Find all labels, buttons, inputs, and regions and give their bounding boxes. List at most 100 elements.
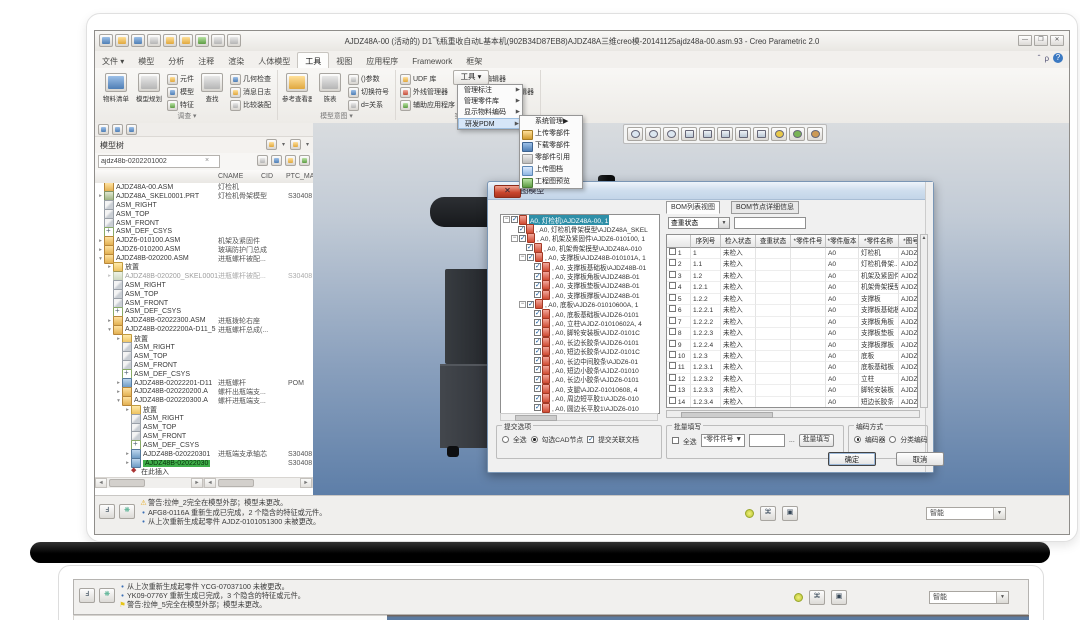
checkbox-checked-icon[interactable] (534, 385, 541, 392)
find-icon[interactable]: ⌘ (760, 506, 776, 521)
row-select-cell[interactable]: 13 (667, 385, 691, 396)
bom-table-row[interactable]: 101.2.3未检入A0底板AJDZ6- (667, 351, 917, 362)
view-manager-icon[interactable] (771, 127, 787, 141)
collapse-icon[interactable]: − (519, 254, 526, 261)
reference-viewer-button[interactable]: 参考查看器 (282, 71, 312, 103)
regenerate-icon[interactable] (195, 34, 209, 47)
tree-row[interactable]: AJDZ48A-00.ASM灯检机 (95, 183, 313, 192)
checkbox-checked-icon[interactable] (534, 263, 541, 270)
pdm-menu-item-1[interactable]: 系统管理▶ (520, 116, 582, 128)
radio-全选[interactable] (502, 436, 509, 443)
udf-library-button[interactable]: UDF 库 (400, 73, 455, 85)
perspective-icon[interactable] (735, 127, 751, 141)
bom-table-row[interactable]: 91.2.2.4未检入A0支撑板撑板AJDZ4 (667, 340, 917, 351)
tree-row[interactable]: ▸AJDZ48B-020200_SKEL0001进瓶螺杆被配...S30408 (95, 272, 313, 281)
model-events-icon[interactable]: ❋ (119, 504, 135, 519)
batch-value-input[interactable] (749, 434, 785, 447)
column-cname[interactable]: CNAME (218, 173, 243, 180)
tree-row[interactable]: ▸AJDZ48B-02022030S30408 (95, 459, 313, 468)
collapse-icon[interactable]: − (503, 216, 510, 223)
bom-table-row[interactable]: 21.1未检入A0灯检机骨架...AJDZ4 (667, 259, 917, 270)
checkbox-checked-icon[interactable] (534, 319, 541, 326)
tree-row[interactable]: ASM_FRONT (95, 299, 313, 308)
tab-bom-node-details[interactable]: BOM节点详细信息 (731, 201, 799, 214)
scroll-left-icon[interactable]: ◄ (204, 478, 216, 488)
bom-tree-row[interactable]: , A0, 立柱\AJDZ-01010602A, 4 (501, 318, 659, 327)
bom-table-row[interactable]: 11未检入A0灯检机AJDZ4 (667, 248, 917, 259)
row-checkbox[interactable] (669, 340, 676, 347)
zoom-out-icon[interactable] (663, 127, 679, 141)
bom-table-row[interactable]: 71.2.2.2未检入A0支撑板角板AJDZ4 (667, 317, 917, 328)
row-select-cell[interactable]: 9 (667, 340, 691, 351)
console-toggle-icon[interactable]: Ⅎ (99, 504, 115, 519)
expander-icon[interactable]: ▸ (106, 264, 113, 270)
repaint-icon[interactable] (681, 127, 697, 141)
tree-horizontal-scrollbar[interactable] (500, 413, 658, 421)
column-cid[interactable]: CID (261, 173, 273, 180)
tree-row[interactable]: ASM_RIGHT (95, 281, 313, 290)
geometry-check-button[interactable]: 几何检查 (230, 73, 271, 85)
component-button[interactable]: 元件 (167, 73, 194, 85)
model-tree-scrollbar[interactable]: ◄► ◄► (95, 477, 313, 488)
checkbox-checked-icon[interactable] (534, 273, 541, 280)
tab-view[interactable]: 视图 (329, 53, 359, 69)
browse-button[interactable]: ... (789, 437, 795, 444)
tab-frame[interactable]: 框架 (459, 53, 489, 69)
row-select-cell[interactable]: 7 (667, 317, 691, 328)
batch-field-dropdown[interactable]: *零件件号 ▼ (701, 434, 745, 447)
pdm-menu-item-3[interactable]: 下载零部件 (520, 140, 582, 152)
row-select-cell[interactable]: 1 (667, 248, 691, 259)
expander-icon[interactable]: ▸ (124, 460, 131, 466)
bom-tree-row[interactable]: , A0, 圆边长平胶1\AJDZ6-010 (501, 403, 659, 412)
menu-item-1[interactable]: 管理标注▶ (458, 85, 522, 96)
tree-row[interactable]: ASM_DEF_CSYS (95, 227, 313, 236)
checkbox-checked-icon[interactable] (534, 282, 541, 289)
checkbox-checked-icon[interactable] (526, 244, 533, 251)
model-button[interactable]: 模型 (167, 86, 194, 98)
scroll-left-icon[interactable]: ◄ (95, 478, 107, 488)
bom-tree-row[interactable]: −, A0, 底板\AJDZ6-01010600A, 1 (501, 300, 659, 309)
bom-tree-row[interactable]: −, A0, 机架及紧固件\AJDZ6-010100, 1 (501, 234, 659, 243)
command-search-icon[interactable]: ρ (1044, 54, 1049, 63)
pdm-menu-item-2[interactable]: 上传零部件 (520, 128, 582, 140)
bom-table-row[interactable]: 61.2.2.1未检入A0支撑板基础板AJDZ4 (667, 305, 917, 316)
print-icon[interactable] (147, 34, 161, 47)
checkbox-checked-icon[interactable] (518, 226, 525, 233)
tree-row[interactable]: ASM_FRONT (95, 432, 313, 441)
display-style-icon[interactable] (699, 127, 715, 141)
close-button[interactable]: ✕ (1050, 35, 1064, 46)
row-checkbox[interactable] (669, 294, 676, 301)
row-checkbox[interactable] (669, 271, 676, 278)
header-1[interactable]: 序列号 (691, 235, 721, 248)
refit-icon[interactable] (627, 127, 643, 141)
checkbox-checked-icon[interactable] (527, 254, 534, 261)
bom-button[interactable]: 物料清单 (101, 71, 131, 103)
batch-fill-button[interactable]: 批量填写 (799, 434, 834, 447)
checkbox-checked-icon[interactable] (534, 376, 541, 383)
message-log-button[interactable]: 消息日志 (230, 86, 271, 98)
tree-row[interactable]: ASM_DEF_CSYS (95, 307, 313, 316)
tab-render[interactable]: 渲染 (221, 53, 251, 69)
family-table-button[interactable]: 族表 (315, 71, 345, 103)
checkbox-checked-icon[interactable] (534, 395, 541, 402)
tab-framework[interactable]: Framework (405, 54, 459, 68)
tree-row[interactable]: ASM_TOP (95, 210, 313, 219)
bom-tree-row[interactable]: , A0, 支撑板角板\AJDZ48B-01 (501, 271, 659, 280)
model-events-icon[interactable]: ❋ (99, 588, 115, 603)
folder-browser-tab-icon[interactable] (112, 124, 123, 135)
expander-icon[interactable]: ▾ (115, 398, 122, 404)
checkbox-checked-icon[interactable] (511, 216, 518, 223)
radio-分类编码[interactable] (889, 436, 896, 443)
tools-dropdown-button[interactable]: 工具 ▾ (453, 70, 489, 85)
row-checkbox[interactable] (669, 248, 676, 255)
tab-file[interactable]: 文件 ▾ (95, 53, 131, 69)
find-icon[interactable]: ⌘ (809, 590, 825, 605)
tree-row[interactable]: ASM_FRONT (95, 219, 313, 228)
header-3[interactable]: 查重状态 (756, 235, 791, 248)
duplicate-status-dropdown[interactable]: 查重状态▼ (668, 217, 730, 229)
menu-item-2[interactable]: 管理零件库▶ (458, 96, 522, 107)
collapse-icon[interactable]: − (519, 301, 526, 308)
row-checkbox[interactable] (669, 328, 676, 335)
pdm-menu-item-6[interactable]: 工程图预览 (520, 176, 582, 188)
expander-icon[interactable]: ▸ (106, 273, 113, 279)
